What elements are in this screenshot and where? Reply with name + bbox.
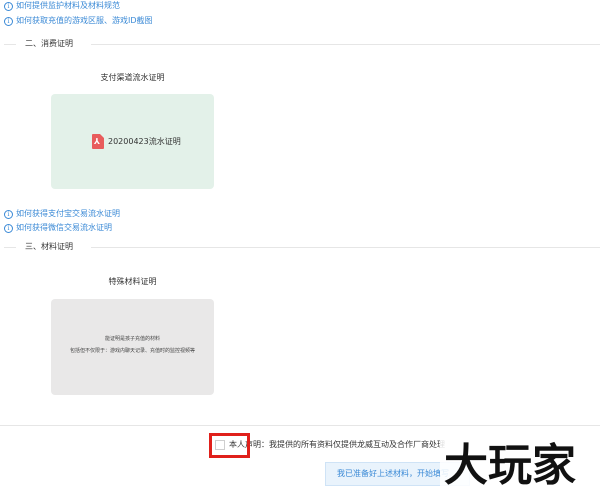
help-link-label: 如何获得支付宝交易流水证明 bbox=[16, 209, 120, 218]
help-link-label: 如何提供监护材料及材料规范 bbox=[16, 1, 120, 10]
help-link-guardian-materials[interactable]: i 如何提供监护材料及材料规范 bbox=[4, 1, 120, 11]
info-icon: i bbox=[4, 17, 13, 26]
special-materials-upload-card[interactable]: 能证明是孩子充值的材料 包括但不仅限于：游戏内聊天记录、充值时的监控视频等 bbox=[51, 299, 214, 395]
highlight-box bbox=[209, 433, 250, 458]
help-link-label: 如何获得微信交易流水证明 bbox=[16, 223, 112, 232]
section-divider bbox=[91, 44, 600, 45]
info-icon: i bbox=[4, 210, 13, 219]
card-description: 能证明是孩子充值的材料 bbox=[104, 336, 160, 342]
section-divider bbox=[91, 247, 600, 248]
section-divider bbox=[4, 44, 16, 45]
help-link-game-screenshot[interactable]: i 如何获取充值的游戏区服、游戏ID截图 bbox=[4, 16, 153, 26]
card-description: 包括但不仅限于：游戏内聊天记录、充值时的监控视频等 bbox=[69, 348, 195, 354]
help-link-label: 如何获取充值的游戏区服、游戏ID截图 bbox=[16, 16, 153, 25]
declaration-text: 本人声明：我提供的所有资料仅提供龙威互动及合作厂商处理 bbox=[229, 440, 445, 449]
uploaded-file-name: 20200423流水证明 bbox=[108, 137, 181, 146]
help-link-alipay-statement[interactable]: i 如何获得支付宝交易流水证明 bbox=[4, 209, 120, 219]
section-title-consumption: 二、消费证明 bbox=[25, 39, 73, 48]
section-title-materials: 三、材料证明 bbox=[25, 242, 73, 251]
uploaded-file-card[interactable]: ⅄ 20200423流水证明 bbox=[51, 94, 214, 189]
footer-divider bbox=[0, 425, 600, 426]
info-icon: i bbox=[4, 224, 13, 233]
info-icon: i bbox=[4, 2, 13, 11]
pdf-icon: ⅄ bbox=[92, 134, 104, 149]
watermark-text: 大玩家 bbox=[444, 440, 576, 490]
help-link-wechat-statement[interactable]: i 如何获得微信交易流水证明 bbox=[4, 223, 112, 233]
watermark-logo: 大玩家 bbox=[440, 434, 595, 490]
card-title-special-materials: 特殊材料证明 bbox=[108, 277, 157, 286]
section-divider bbox=[4, 247, 16, 248]
card-title-payment-proof: 支付渠道流水证明 bbox=[100, 73, 165, 82]
